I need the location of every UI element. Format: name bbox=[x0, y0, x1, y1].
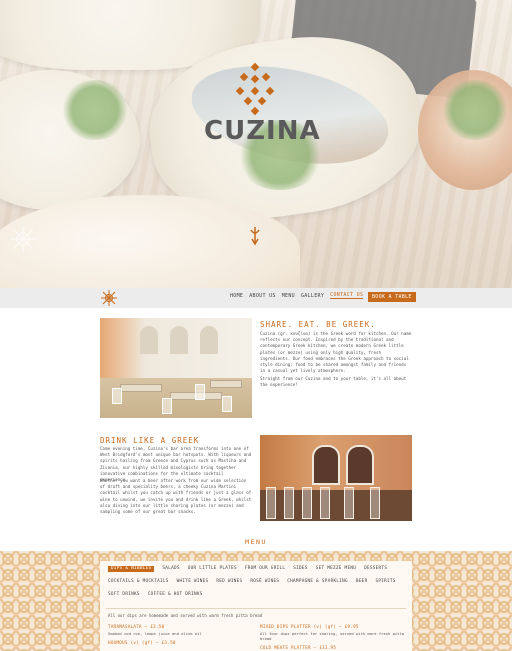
nav-links: HOME ABOUT US MENU GALLERY CONTACT US bbox=[230, 292, 364, 299]
menu-tab-soft-drinks[interactable]: SOFT DRINKS bbox=[108, 592, 140, 598]
bar-stool bbox=[344, 487, 354, 519]
arch-window bbox=[200, 326, 218, 354]
arch-doorway bbox=[312, 445, 340, 485]
scroll-down-arrow-icon[interactable] bbox=[249, 226, 261, 246]
menu-item-name: MIXED DIPS PLATTER (v) (gf) – £9.95 bbox=[260, 624, 359, 629]
menu-item-name: HOUMOUS (v) (gf) – £3.50 bbox=[108, 640, 176, 645]
menu-tab-grill[interactable]: FROM OUR GRILL bbox=[245, 566, 285, 572]
chair bbox=[112, 388, 122, 404]
nav-item-about-us[interactable]: ABOUT US bbox=[249, 293, 275, 299]
nav-logo-icon[interactable] bbox=[100, 289, 118, 307]
menu-tab-white-wines[interactable]: WHITE WINES bbox=[177, 579, 209, 585]
bar-stool bbox=[284, 487, 294, 519]
bar-stool bbox=[370, 487, 380, 519]
bar-stool bbox=[320, 487, 330, 519]
dining-table bbox=[120, 384, 162, 392]
menu-tab-desserts[interactable]: DESSERTS bbox=[364, 566, 387, 572]
drink-title: DRINK LIKE A GREEK bbox=[100, 436, 200, 445]
menu-category-tabs: DIPS & NIBBLES SALADS OUR LITTLE PLATES … bbox=[108, 566, 408, 598]
bar-counter bbox=[260, 490, 412, 521]
menu-heading: MENU bbox=[245, 538, 267, 546]
menu-tab-set-mezze[interactable]: SET MEZZE MENU bbox=[316, 566, 356, 572]
menu-tab-coffee[interactable]: COFFEE & HOT DRINKS bbox=[148, 592, 203, 598]
menu-tab-dips-nibbles[interactable]: DIPS & NIBBLES bbox=[108, 566, 155, 572]
chair bbox=[195, 384, 205, 400]
brand-logo-text: CUZINA bbox=[204, 116, 321, 146]
decorative-star-icon bbox=[10, 226, 36, 252]
dining-table bbox=[210, 380, 242, 388]
book-a-table-button[interactable]: BOOK A TABLE bbox=[368, 292, 416, 302]
drink-paragraph-2: Whether you want a beer after work from … bbox=[100, 478, 252, 515]
menu-tab-spirits[interactable]: SPIRITS bbox=[375, 579, 395, 585]
menu-tab-cocktails[interactable]: COCKTAILS & MOCKTAILS bbox=[108, 579, 169, 585]
nav-item-contact-us[interactable]: CONTACT US bbox=[330, 292, 364, 299]
menu-note: All our dips are homemade and served wit… bbox=[108, 613, 263, 618]
arch-window bbox=[170, 326, 188, 354]
menu-tab-red-wines[interactable]: RED WINES bbox=[216, 579, 242, 585]
menu-tab-salads[interactable]: SALADS bbox=[162, 566, 179, 572]
bar-stool bbox=[266, 487, 276, 519]
menu-divider bbox=[106, 608, 406, 609]
bar-interior-image bbox=[260, 435, 412, 521]
menu-item-name: COLD MEATS PLATTER – £13.95 bbox=[260, 645, 337, 650]
about-paragraph: Cuzina (gr. κουζίνα) is the Greek word f… bbox=[260, 331, 412, 374]
hero-banner: CUZINA bbox=[0, 0, 512, 288]
about-paragraph-2: Straight from our Cuzina and to your tab… bbox=[260, 376, 407, 388]
menu-tab-champagne[interactable]: CHAMPAGNE & SPARKLING bbox=[287, 579, 348, 585]
about-title: SHARE. EAT. BE GREEK. bbox=[260, 320, 376, 329]
nav-item-menu[interactable]: MENU bbox=[282, 293, 295, 299]
bar-stool bbox=[302, 487, 312, 519]
menu-item-description: Smoked cod roe, lemon juice and olive oi… bbox=[108, 631, 202, 636]
menu-item-name: TARAMASALATA – £3.50 bbox=[108, 624, 165, 629]
arch-window bbox=[140, 326, 158, 354]
nav-item-gallery[interactable]: GALLERY bbox=[301, 293, 324, 299]
restaurant-interior-image bbox=[100, 318, 252, 418]
menu-item-description: All four dips perfect for sharing, serve… bbox=[260, 631, 405, 641]
cuzina-logo-icon bbox=[235, 62, 275, 116]
menu-tab-sides[interactable]: SIDES bbox=[293, 566, 307, 572]
nav-item-home[interactable]: HOME bbox=[230, 293, 243, 299]
menu-tab-beer[interactable]: BEER bbox=[356, 579, 368, 585]
chair bbox=[222, 396, 232, 412]
menu-tab-little-plates[interactable]: OUR LITTLE PLATES bbox=[188, 566, 237, 572]
arch-doorway bbox=[346, 445, 374, 485]
menu-tab-rose-wines[interactable]: ROSÉ WINES bbox=[250, 579, 279, 585]
chair bbox=[162, 398, 172, 414]
